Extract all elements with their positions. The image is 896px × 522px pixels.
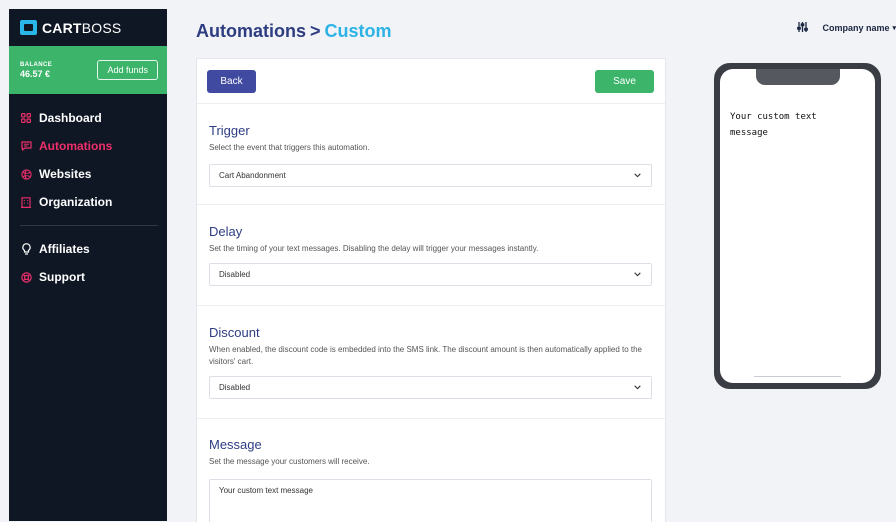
breadcrumb-current: Custom <box>324 21 392 41</box>
breadcrumb-separator: > <box>310 21 321 41</box>
sms-preview-text: Your custom text message <box>730 112 817 138</box>
sidebar-item-label: Affiliates <box>39 242 90 256</box>
balance-info: BALANCE 46.57 € <box>20 62 52 79</box>
back-button[interactable]: Back <box>207 69 256 93</box>
sidebar: CARTBOSS BALANCE 46.57 € Add funds Dashb… <box>9 9 167 521</box>
message-description: Set the message your customers will rece… <box>209 457 370 466</box>
trigger-select[interactable]: Cart Abandonment <box>209 164 652 187</box>
sidebar-nav: Dashboard Automations Websites Organizat… <box>9 94 167 291</box>
settings-sliders-icon[interactable] <box>797 22 809 34</box>
breadcrumb-parent[interactable]: Automations <box>196 21 306 41</box>
sidebar-item-label: Support <box>39 270 85 284</box>
discount-select[interactable]: Disabled <box>209 376 652 399</box>
trigger-selected-value: Cart Abandonment <box>219 171 286 180</box>
phone-home-indicator <box>754 376 841 377</box>
sidebar-item-affiliates[interactable]: Affiliates <box>9 235 167 263</box>
balance-panel: BALANCE 46.57 € Add funds <box>9 46 167 94</box>
chevron-down-icon <box>634 385 641 390</box>
discount-title: Discount <box>209 325 260 340</box>
chevron-down-icon: ▾ <box>892 25 896 32</box>
company-name-dropdown[interactable]: Company name <box>822 23 889 33</box>
cart-logo-icon <box>20 20 37 35</box>
sidebar-item-websites[interactable]: Websites <box>9 160 167 188</box>
delay-description: Set the timing of your text messages. Di… <box>209 244 539 253</box>
message-textarea[interactable]: Your custom text message <box>209 479 652 522</box>
save-button[interactable]: Save <box>595 69 654 93</box>
logo[interactable]: CARTBOSS <box>9 9 167 46</box>
balance-label: BALANCE <box>20 61 53 68</box>
lifebuoy-icon <box>20 271 32 283</box>
chevron-down-icon <box>634 173 641 178</box>
grid-icon <box>20 112 32 124</box>
sidebar-item-label: Organization <box>39 195 113 209</box>
sidebar-item-organization[interactable]: Organization <box>9 188 167 216</box>
message-icon <box>20 140 32 152</box>
top-right-controls: Company name ▾ <box>797 22 896 34</box>
phone-screen: Your custom text message <box>720 69 875 383</box>
balance-value: 46.57 € <box>20 68 51 79</box>
sidebar-item-label: Dashboard <box>39 111 102 125</box>
discount-description: When enabled, the discount code is embed… <box>209 345 643 366</box>
building-icon <box>20 196 32 208</box>
discount-section: Discount When enabled, the discount code… <box>197 306 665 419</box>
logo-text: CARTBOSS <box>42 19 122 36</box>
delay-title: Delay <box>209 224 243 239</box>
trigger-description: Select the event that triggers this auto… <box>209 143 370 152</box>
message-title: Message <box>209 437 262 452</box>
sidebar-item-support[interactable]: Support <box>9 263 167 291</box>
delay-select[interactable]: Disabled <box>209 263 652 286</box>
automation-form: Back Save Trigger Select the event that … <box>196 58 666 522</box>
message-section: Message Set the message your customers w… <box>197 419 665 522</box>
phone-preview: Your custom text message <box>714 63 881 389</box>
sidebar-item-label: Automations <box>39 139 113 153</box>
sidebar-item-dashboard[interactable]: Dashboard <box>9 104 167 132</box>
trigger-title: Trigger <box>209 123 250 138</box>
sidebar-item-automations[interactable]: Automations <box>9 132 167 160</box>
discount-selected-value: Disabled <box>219 383 251 392</box>
add-funds-button[interactable]: Add funds <box>97 60 158 80</box>
sidebar-divider <box>20 225 158 226</box>
trigger-section: Trigger Select the event that triggers t… <box>197 104 665 205</box>
delay-selected-value: Disabled <box>219 270 251 279</box>
page-title: Automations > Custom <box>196 21 392 42</box>
sidebar-item-label: Websites <box>39 167 92 181</box>
form-actions: Back Save <box>197 59 665 104</box>
chevron-down-icon <box>634 272 641 277</box>
lightbulb-icon <box>20 243 32 255</box>
delay-section: Delay Set the timing of your text messag… <box>197 205 665 306</box>
phone-notch <box>756 69 840 85</box>
globe-icon <box>20 168 32 180</box>
